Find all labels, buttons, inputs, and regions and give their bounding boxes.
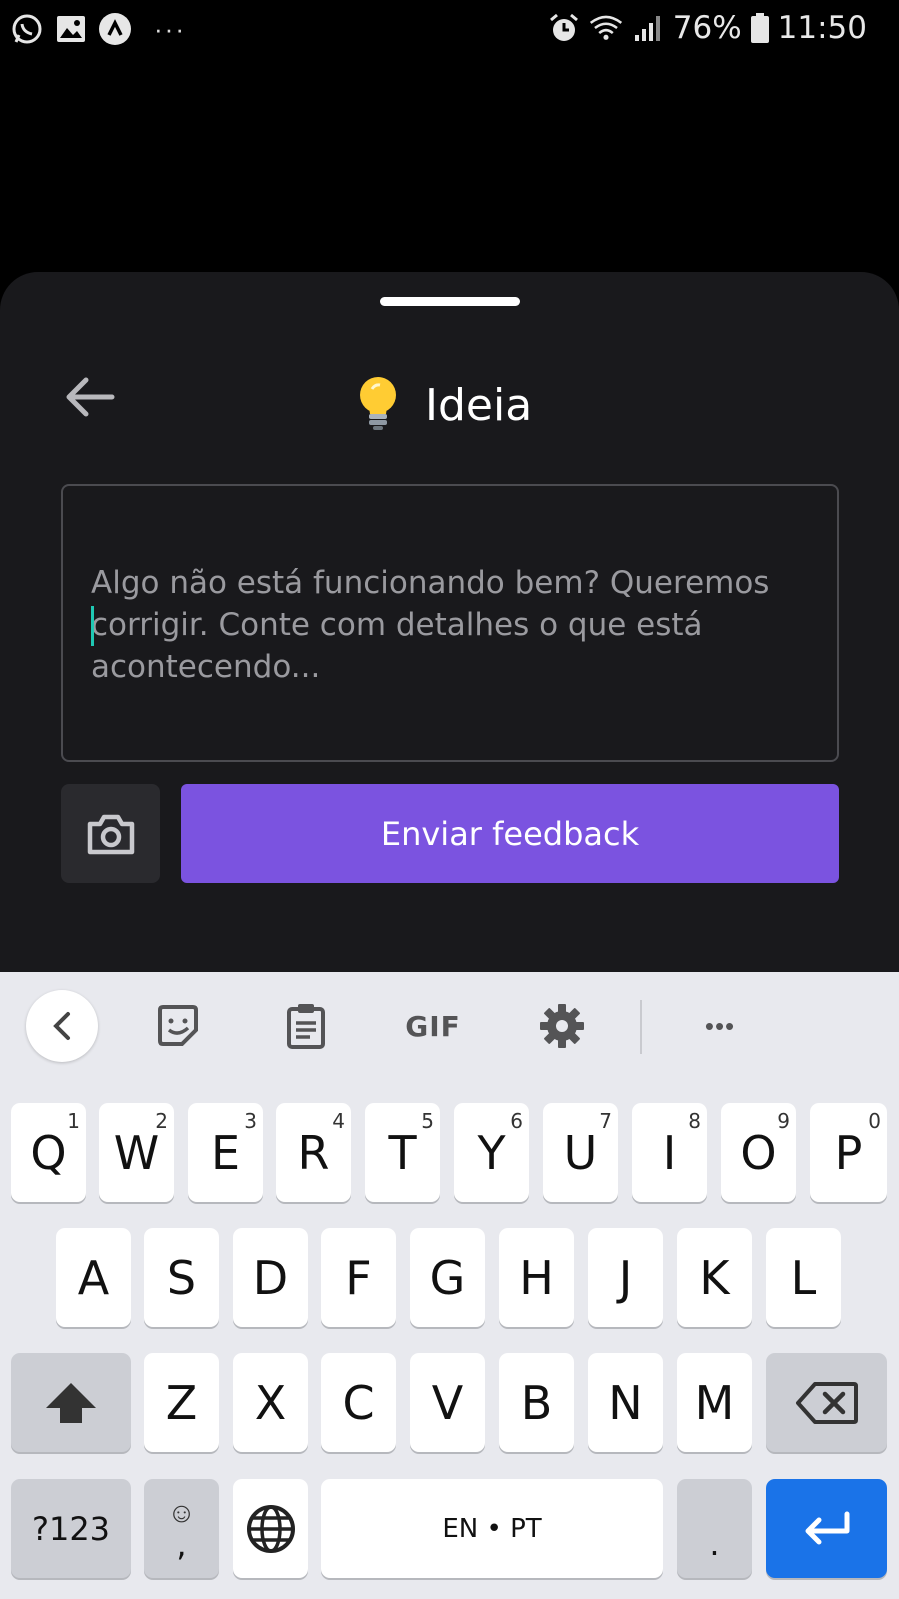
- key-y[interactable]: Y6: [454, 1103, 529, 1202]
- gallery-icon: [54, 12, 88, 46]
- key-a[interactable]: A: [56, 1228, 131, 1327]
- key-d[interactable]: D: [233, 1228, 308, 1327]
- signal-icon: [631, 11, 665, 45]
- more-options-button[interactable]: •••: [694, 998, 746, 1054]
- key-v[interactable]: V: [410, 1353, 485, 1452]
- shift-key[interactable]: [11, 1353, 131, 1452]
- attach-screenshot-button[interactable]: [61, 784, 160, 883]
- key-u[interactable]: U7: [543, 1103, 618, 1202]
- key-z[interactable]: Z: [144, 1353, 219, 1452]
- send-feedback-button[interactable]: Enviar feedback: [181, 784, 839, 883]
- alarm-icon: [547, 11, 581, 45]
- key-c[interactable]: C: [321, 1353, 396, 1452]
- text-caret: [91, 606, 94, 646]
- key-s[interactable]: S: [144, 1228, 219, 1327]
- battery-percent: 76%: [672, 10, 742, 46]
- back-button[interactable]: [62, 372, 118, 422]
- key-t[interactable]: T5: [365, 1103, 440, 1202]
- key-e[interactable]: E3: [188, 1103, 263, 1202]
- key-i[interactable]: I8: [632, 1103, 707, 1202]
- key-f[interactable]: F: [321, 1228, 396, 1327]
- globe-icon: [246, 1504, 295, 1553]
- space-key[interactable]: EN • PT: [321, 1479, 663, 1578]
- key-p[interactable]: P0: [810, 1103, 887, 1202]
- drag-handle[interactable]: [380, 297, 520, 306]
- sticker-button[interactable]: [152, 998, 204, 1054]
- feedback-placeholder: Algo não está funcionando bem? Queremos …: [91, 565, 770, 685]
- sheet-header: Ideia: [355, 374, 532, 437]
- key-k[interactable]: K: [677, 1228, 752, 1327]
- symbols-key[interactable]: ?123: [11, 1479, 131, 1578]
- clipboard-icon: [287, 1004, 325, 1049]
- key-w[interactable]: W2: [99, 1103, 174, 1202]
- wifi-icon: [589, 11, 623, 45]
- key-o[interactable]: O9: [721, 1103, 796, 1202]
- key-r[interactable]: R4: [276, 1103, 351, 1202]
- status-bar: ··· 76% 11:50: [0, 0, 899, 64]
- sticker-icon: [158, 1005, 198, 1046]
- clipboard-button[interactable]: [280, 998, 332, 1054]
- emoji-comma-key[interactable]: ☺ ,: [144, 1479, 219, 1578]
- toolbar-collapse-button[interactable]: [26, 990, 98, 1062]
- period-key[interactable]: .: [677, 1479, 752, 1578]
- app-notification-icon: [98, 12, 132, 46]
- gif-button[interactable]: GIF: [400, 998, 466, 1054]
- clock: 11:50: [777, 10, 867, 46]
- backspace-key[interactable]: [766, 1353, 887, 1452]
- key-q[interactable]: Q1: [11, 1103, 86, 1202]
- key-b[interactable]: B: [499, 1353, 574, 1452]
- sheet-title: Ideia: [425, 380, 533, 431]
- key-g[interactable]: G: [410, 1228, 485, 1327]
- enter-key[interactable]: [766, 1479, 887, 1578]
- key-l[interactable]: L: [766, 1228, 841, 1327]
- language-key[interactable]: [233, 1479, 308, 1578]
- key-n[interactable]: N: [588, 1353, 663, 1452]
- backspace-icon: [795, 1381, 858, 1424]
- arrow-left-icon: [66, 377, 115, 417]
- enter-arrow-icon: [805, 1511, 849, 1544]
- key-h[interactable]: H: [499, 1228, 574, 1327]
- feedback-textarea[interactable]: Algo não está funcionando bem? Queremos …: [61, 484, 839, 762]
- lightbulb-icon: [355, 374, 401, 437]
- toolbar-divider: [640, 1000, 642, 1054]
- battery-icon: [750, 11, 770, 45]
- keyboard-settings-button[interactable]: [536, 998, 588, 1054]
- key-x[interactable]: X: [233, 1353, 308, 1452]
- emoji-icon: ☺: [167, 1496, 196, 1528]
- overflow-notifications: ···: [154, 14, 186, 44]
- soft-keyboard: GIF ••• Q1 W2 E3 R4 T5 Y6 U7 I8 O9 P0 A …: [0, 972, 899, 1599]
- feedback-sheet: Ideia Algo não está funcionando bem? Que…: [0, 272, 899, 972]
- gear-icon: [540, 1004, 584, 1048]
- key-j[interactable]: J: [588, 1228, 663, 1327]
- camera-icon: [87, 814, 134, 854]
- whatsapp-icon: [10, 12, 44, 46]
- chevron-left-icon: [53, 1012, 70, 1040]
- shift-arrow-icon: [46, 1382, 96, 1423]
- key-m[interactable]: M: [677, 1353, 752, 1452]
- keyboard-toolbar: GIF •••: [0, 972, 899, 1080]
